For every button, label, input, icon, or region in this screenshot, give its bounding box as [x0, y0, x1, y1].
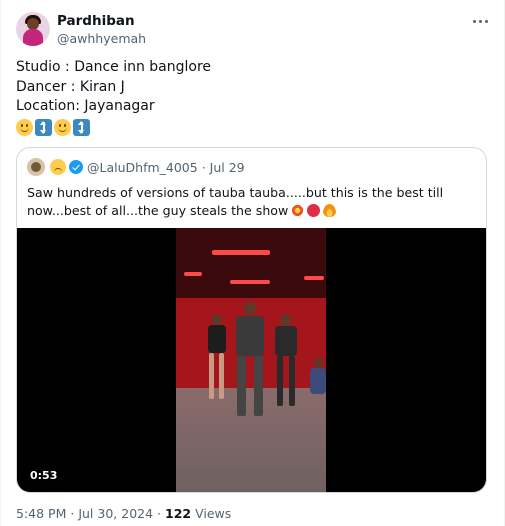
ceiling-light: [304, 276, 324, 280]
grimacing-face-icon: [50, 159, 66, 175]
fire-icon: [323, 204, 337, 217]
ceiling-light: [184, 272, 202, 276]
video-frame: [176, 228, 326, 492]
quoted-tweet[interactable]: @LaluDhfm_4005 · Jul 29 Saw hundreds of …: [16, 147, 487, 493]
author-avatar[interactable]: [16, 12, 50, 46]
quoted-text-body: Saw hundreds of versions of tauba tauba.…: [27, 185, 444, 218]
tweet-card: Pardhiban @awhhyemah Studio : Dance inn …: [0, 0, 505, 526]
quoted-author-handle[interactable]: @LaluDhfm_4005 · Jul 29: [87, 160, 245, 175]
studio-ceiling: [176, 228, 326, 298]
quoted-date: Jul 29: [209, 159, 245, 175]
tweet-date[interactable]: Jul 30, 2024: [78, 506, 153, 521]
tweet-line-studio: Studio : Dance inn banglore: [16, 59, 212, 75]
angry-face-icon: [307, 204, 321, 217]
more-dot: [478, 19, 482, 23]
quoted-tweet-text: Saw hundreds of versions of tauba tauba.…: [27, 184, 482, 220]
slightly-smiling-face-icon: [16, 118, 33, 136]
more-dot: [484, 19, 488, 23]
ceiling-light: [230, 280, 270, 284]
slightly-smiling-face-icon: [54, 118, 71, 136]
views-label: Views: [195, 506, 232, 521]
tweet-emoji-row: [16, 118, 211, 136]
tweet-text: Studio : Dance inn banglore Dancer : Kir…: [16, 58, 211, 136]
video-duration: 0:53: [25, 468, 63, 483]
collision-icon: [291, 204, 305, 217]
author-display-name[interactable]: Pardhiban: [57, 13, 135, 29]
verified-badge-icon: [69, 160, 83, 174]
more-dot: [472, 19, 476, 23]
avatar-body: [23, 29, 43, 46]
studio-floor: [176, 388, 326, 492]
video-player[interactable]: 0:53: [17, 228, 486, 492]
quoted-tweet-header: @LaluDhfm_4005 · Jul 29: [27, 157, 245, 177]
tweet-line-dancer: Dancer : Kiran J: [16, 78, 125, 95]
views-count: 122: [165, 506, 192, 521]
up-down-arrow-icon: [35, 118, 52, 136]
author-handle[interactable]: @awhhyemah: [57, 31, 146, 46]
tweet-meta: 5:48 PM · Jul 30, 2024 · 122 Views: [16, 506, 232, 521]
tweet-line-location: Location: Jayanagar: [16, 98, 155, 114]
more-options-icon[interactable]: [470, 11, 490, 31]
quoted-author-avatar[interactable]: [27, 158, 45, 176]
up-down-arrow-icon: [73, 118, 90, 136]
ceiling-light: [212, 250, 270, 255]
tweet-time[interactable]: 5:48 PM: [16, 506, 66, 521]
